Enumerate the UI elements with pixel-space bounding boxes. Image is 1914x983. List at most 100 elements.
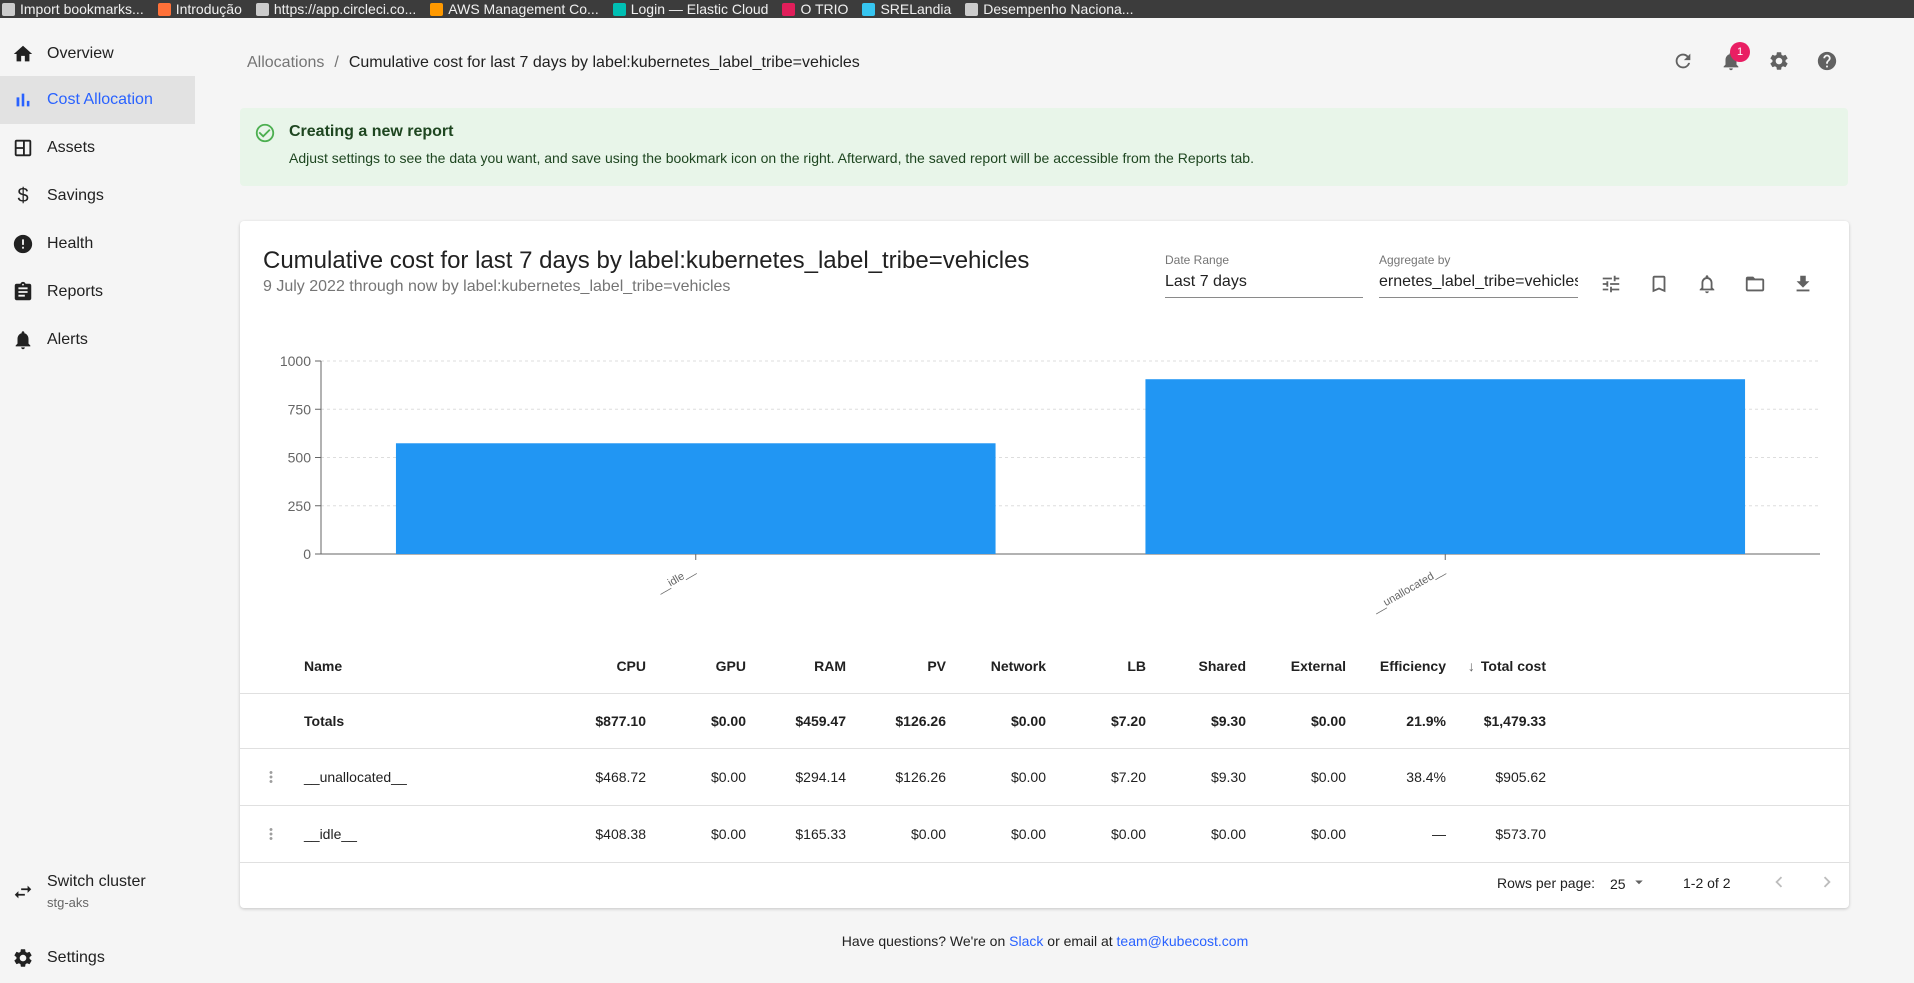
x-tick-label: __idle__ [654,564,698,596]
column-header[interactable]: External [1291,639,1346,693]
bookmarks-bar: Import bookmarks... Introdução https://app… [0,0,1914,18]
cell-value: $126.26 [895,713,946,729]
table-cell: $9.30 [1211,694,1246,748]
footer: Have questions? We're on Slack or email … [0,933,1914,949]
breadcrumb-separator: / [334,54,339,71]
date-range-value[interactable]: Last 7 days [1165,273,1363,298]
column-header[interactable]: Efficiency [1380,639,1446,693]
more-vert-icon[interactable] [262,806,280,862]
date-range-field[interactable]: Date Range Last 7 days [1165,253,1363,298]
allocation-table: Name CPU GPU RAM PV Network LB Shared External Ef… [240,639,1849,863]
sidebar-item-savings[interactable]: $ Savings [0,172,195,220]
sidebar-item-label: Assets [47,139,96,156]
download-button[interactable] [1788,271,1818,301]
table-cell: $0.00 [1011,806,1046,862]
bookmark-item[interactable]: https://app.circleci.co... [255,2,416,16]
save-report-button[interactable] [1644,271,1674,301]
sidebar-item-alerts[interactable]: Alerts [0,316,195,364]
table-cell: — [1432,806,1446,862]
bookmark-item[interactable]: O TRIO [782,2,848,16]
bookmark-item[interactable]: Login — Elastic Cloud [612,2,768,16]
table-row[interactable]: __idle__ $408.38 $0.00 $165.33 $0.00 $0.00 $0.… [240,806,1849,863]
tune-icon [1600,273,1622,300]
column-header[interactable]: Shared [1199,639,1246,693]
slack-icon [782,2,796,16]
sort-arrow-icon: ↓ [1467,658,1475,674]
aggregate-by-field[interactable]: Aggregate by ernetes_label_tribe=vehicle… [1379,253,1578,298]
next-page-button[interactable] [1816,871,1838,896]
sidebar-item-overview[interactable]: Overview [0,30,195,78]
breadcrumb: Allocations / Cumulative cost for last 7… [247,54,860,72]
bookmark-label: SRELandia [880,1,952,17]
table-row[interactable]: __unallocated__ $468.72 $0.00 $294.14 $126.2… [240,749,1849,806]
cell-value: $9.30 [1210,769,1246,785]
table-cell: __unallocated__ [304,749,407,805]
report-subtitle: 9 July 2022 through now by label:kuberne… [263,278,731,295]
table-cell: $0.00 [1211,806,1246,862]
help-button[interactable] [1812,48,1842,78]
x-tick-label: __unallocated__ [1370,564,1448,616]
bookmark-label: Introdução [175,1,242,17]
more-vert-icon[interactable] [262,749,280,805]
sidebar-item-label: Health [47,235,94,252]
table-cell: $7.20 [1111,694,1146,748]
report-toolbar [1596,271,1818,301]
column-header[interactable]: CPU [616,639,646,693]
breadcrumb-allocations-link[interactable]: Allocations [247,54,324,72]
column-header[interactable]: ↓ Total cost [1468,639,1546,693]
column-header[interactable]: RAM [814,639,846,693]
table-cell: $9.30 [1211,749,1246,805]
column-header[interactable]: LB [1127,639,1146,693]
bookmark-icon [1648,273,1670,300]
cell-value: $126.26 [895,769,946,785]
cell-value: $0.00 [1310,826,1346,842]
cell-value: $468.72 [595,769,646,785]
dollar-icon: $ [17,184,29,207]
aws-icon [430,2,444,16]
cell-value: $165.33 [795,826,846,842]
table-cell: $0.00 [1311,806,1346,862]
column-header[interactable]: Network [991,639,1046,693]
rows-per-page-select[interactable]: 25 [1610,873,1648,894]
email-link[interactable]: team@kubecost.com [1117,933,1249,949]
bookmark-item[interactable]: Import bookmarks... [2,2,144,16]
sidebar-item-assets[interactable]: Assets [0,124,195,172]
slack-link[interactable]: Slack [1009,933,1043,949]
column-header[interactable]: GPU [716,639,746,693]
notifications-button[interactable]: 1 [1716,42,1750,78]
bookmark-item[interactable]: Introdução [157,1,242,17]
switch-cluster-button[interactable]: Switch cluster stg-aks [12,873,146,910]
column-header-label: GPU [715,658,746,674]
chevron-left-icon [1768,876,1790,896]
column-header[interactable]: PV [927,639,946,693]
alert-title: Creating a new report [289,123,454,140]
column-header-label: PV [927,658,946,674]
sidebar-item-cost-allocation[interactable]: Cost Allocation [0,76,195,124]
refresh-icon [1672,50,1694,77]
sidebar-item-label: Settings [47,949,105,966]
sidebar-item-health[interactable]: Health [0,220,195,268]
refresh-button[interactable] [1668,48,1698,78]
column-header[interactable]: Name [304,639,342,693]
table-cell: 38.4% [1406,749,1446,805]
bookmark-item[interactable]: AWS Management Co... [430,2,599,16]
y-tick-label: 750 [288,401,312,417]
settings-button[interactable] [1764,48,1794,78]
cell-value: $1,479.33 [1483,713,1546,729]
assets-icon [12,137,34,159]
table-cell: $294.14 [795,749,846,805]
cost-bar-chart: 0 250 500 750 1000 __idle__ __unallocated__ [280,353,1820,616]
bell-icon [12,329,34,351]
bookmark-item[interactable]: Desempenho Naciona... [965,2,1133,16]
sidebar-item-reports[interactable]: Reports [0,268,195,316]
bookmark-label: Desempenho Naciona... [983,1,1134,17]
edit-report-button[interactable] [1596,271,1626,301]
create-alert-button[interactable] [1692,271,1722,301]
bookmark-item[interactable]: SRELandia [862,2,951,16]
cell-value: $0.00 [1310,713,1346,729]
aggregate-by-value[interactable]: ernetes_label_tribe=vehicles [1379,273,1578,298]
open-report-button[interactable] [1740,271,1770,301]
clipboard-icon [12,281,34,303]
previous-page-button[interactable] [1768,871,1790,896]
sidebar-item-label: Savings [47,187,104,204]
